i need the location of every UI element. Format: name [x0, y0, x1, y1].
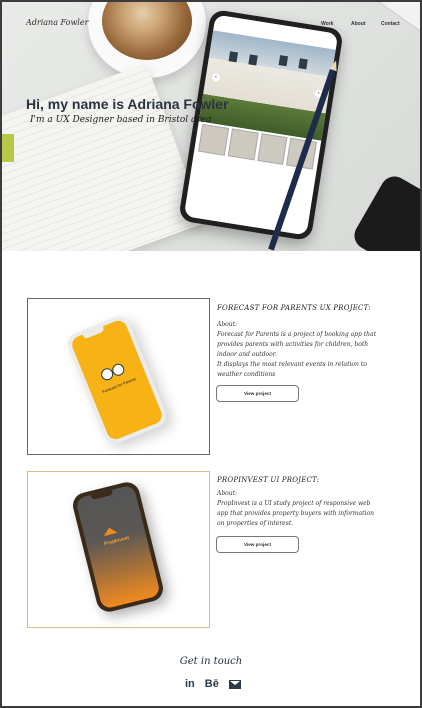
- nav-about[interactable]: About: [351, 21, 365, 27]
- propinvest-project-description: About: PropInvest is a UI study project …: [217, 489, 377, 529]
- forecast-project-title: FORECAST FOR PARENTS UX PROJECT:: [217, 304, 371, 312]
- phone-case-image: [349, 171, 420, 251]
- mail-icon[interactable]: [228, 679, 241, 689]
- forecast-about-label: About:: [217, 321, 238, 328]
- propinvest-about-label: About:: [217, 490, 238, 497]
- hero-section: ‹ › Adriana Fowler Work About Contact Hi…: [2, 2, 420, 251]
- linkedin-icon[interactable]: in: [185, 678, 195, 690]
- forecast-phone-mockup: Forecast for Parents: [64, 312, 170, 448]
- hero-title: Hi, my name is Adriana Fowler: [26, 96, 229, 112]
- propinvest-view-project-button[interactable]: View project: [216, 536, 299, 553]
- propinvest-phone-mockup: PropInvest: [70, 479, 166, 615]
- propinvest-about-text: PropInvest is a UI study project of resp…: [217, 500, 374, 527]
- page-frame: ‹ › Adriana Fowler Work About Contact Hi…: [0, 0, 422, 708]
- nav-contact[interactable]: Contact: [381, 21, 400, 27]
- forecast-project-description: About: Forecast for Parents is a project…: [217, 320, 377, 380]
- open-book-image: [2, 63, 205, 251]
- propinvest-project-image[interactable]: PropInvest: [27, 471, 210, 628]
- hero-subtitle: I'm a UX Designer based in Bristol area: [30, 115, 212, 125]
- book-accent: [2, 134, 14, 162]
- nav-work[interactable]: Work: [321, 21, 333, 27]
- behance-icon[interactable]: Bē: [205, 678, 219, 690]
- hero-phone-image: ‹ ›: [178, 8, 344, 242]
- forecast-about-text-2: It displays the most relevant events in …: [217, 361, 367, 378]
- forecast-project-image[interactable]: Forecast for Parents: [27, 298, 210, 455]
- forecast-view-project-button[interactable]: View project: [216, 385, 299, 402]
- brand-logo[interactable]: Adriana Fowler: [26, 18, 88, 27]
- propinvest-project-title: PROPINVEST UI PROJECT:: [217, 476, 320, 484]
- forecast-about-text: Forecast for Parents is a project of boo…: [217, 331, 377, 358]
- keyboard-image: [372, 2, 420, 34]
- social-links: in Bē: [185, 678, 241, 690]
- get-in-touch-heading: Get in touch: [179, 656, 243, 667]
